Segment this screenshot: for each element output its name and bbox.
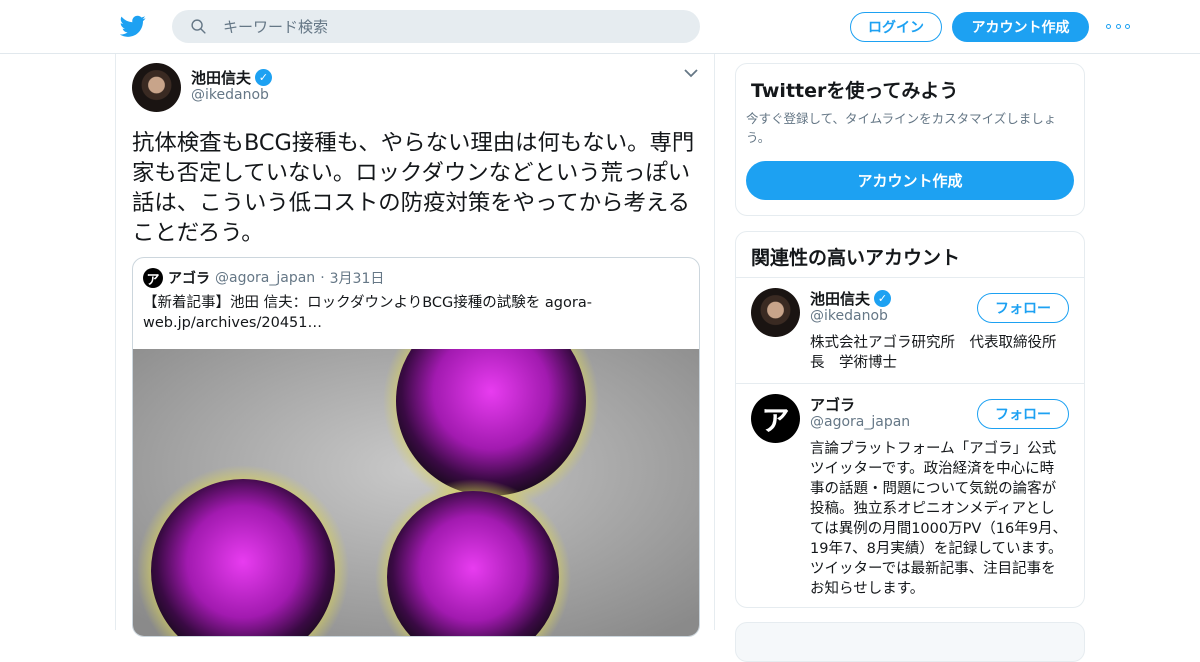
account-bio: 言論プラットフォーム「アゴラ」公式ツイッターです。政治経済を中心に時事の話題・問… (810, 441, 1067, 597)
related-accounts-title: 関連性の高いアカウント (751, 247, 961, 269)
author-name[interactable]: 池田信夫 ✓ (191, 67, 273, 88)
verified-badge-icon: ✓ (874, 290, 892, 307)
account-handle[interactable]: @agora_japan (810, 414, 910, 430)
account-name[interactable]: アゴラ (810, 394, 855, 415)
more-options-icon[interactable] (1106, 19, 1130, 33)
twitter-bird-icon[interactable] (120, 13, 146, 39)
related-accounts-card: 関連性の高いアカウント 池田信夫 ✓ @ikedanob フォロー 株式会社アゴ… (735, 231, 1085, 608)
follow-button[interactable]: フォロー (977, 399, 1069, 429)
verified-badge-icon: ✓ (255, 69, 273, 86)
list-item[interactable]: ア アゴラ @agora_japan フォロー 言論プラットフォーム「アゴラ」公… (736, 384, 1084, 606)
account-handle[interactable]: @ikedanob (810, 308, 888, 324)
signup-card-title: Twitterを使ってみよう (751, 80, 959, 102)
follow-button[interactable]: フォロー (977, 293, 1069, 323)
author-handle[interactable]: @ikedanob (191, 87, 269, 103)
tweet-text: 抗体検査もBCG接種も、やらない理由は何もない。専門家も否定していない。ロックダ… (132, 130, 695, 246)
quoted-tweet-image[interactable] (133, 349, 699, 636)
login-button[interactable]: ログイン (850, 12, 942, 42)
next-card-partial (735, 622, 1085, 662)
signup-card-description: 今すぐ登録して、タイムラインをカスタマイズしましょう。 (746, 111, 1057, 145)
quoted-author-name: アゴラ (168, 271, 210, 287)
tweet-detail: 池田信夫 ✓ @ikedanob 抗体検査もBCG接種も、やらない理由は何もない… (115, 54, 715, 637)
quoted-avatar: ア (143, 268, 163, 288)
author-name-text[interactable]: 池田信夫 (191, 67, 251, 88)
create-account-button[interactable]: アカウント作成 (746, 161, 1074, 200)
quoted-tweet-text: 【新着記事】池田 信夫：ロックダウンよりBCG接種の試験を agora-web.… (143, 295, 592, 331)
avatar[interactable]: ア (751, 394, 800, 443)
quoted-tweet-header: ア アゴラ @agora_japan · 3月31日 (143, 268, 384, 288)
account-bio: 株式会社アゴラ研究所 代表取締役所長 学術博士 (810, 335, 1057, 371)
chevron-down-icon[interactable] (684, 68, 698, 78)
quoted-date: 3月31日 (329, 271, 385, 287)
account-name-text[interactable]: アゴラ (810, 394, 855, 415)
quoted-tweet[interactable]: ア アゴラ @agora_japan · 3月31日 【新着記事】池田 信夫：ロ… (132, 257, 700, 637)
avatar[interactable] (751, 288, 800, 337)
search-bar[interactable] (172, 10, 700, 43)
signup-card: Twitterを使ってみよう 今すぐ登録して、タイムラインをカスタマイズしましょ… (735, 63, 1085, 216)
search-input[interactable] (223, 17, 663, 36)
signup-button[interactable]: アカウント作成 (952, 12, 1089, 42)
quoted-author-handle: @agora_japan (215, 270, 316, 286)
account-name[interactable]: 池田信夫 ✓ (810, 288, 892, 309)
virus-micrograph-image (133, 349, 699, 636)
top-navigation-bar: ログイン アカウント作成 (0, 0, 1200, 54)
list-item[interactable]: 池田信夫 ✓ @ikedanob フォロー 株式会社アゴラ研究所 代表取締役所長… (736, 278, 1084, 383)
search-icon (191, 19, 206, 34)
account-name-text[interactable]: 池田信夫 (810, 288, 870, 309)
avatar[interactable] (132, 63, 181, 112)
quoted-separator: · (320, 270, 325, 286)
